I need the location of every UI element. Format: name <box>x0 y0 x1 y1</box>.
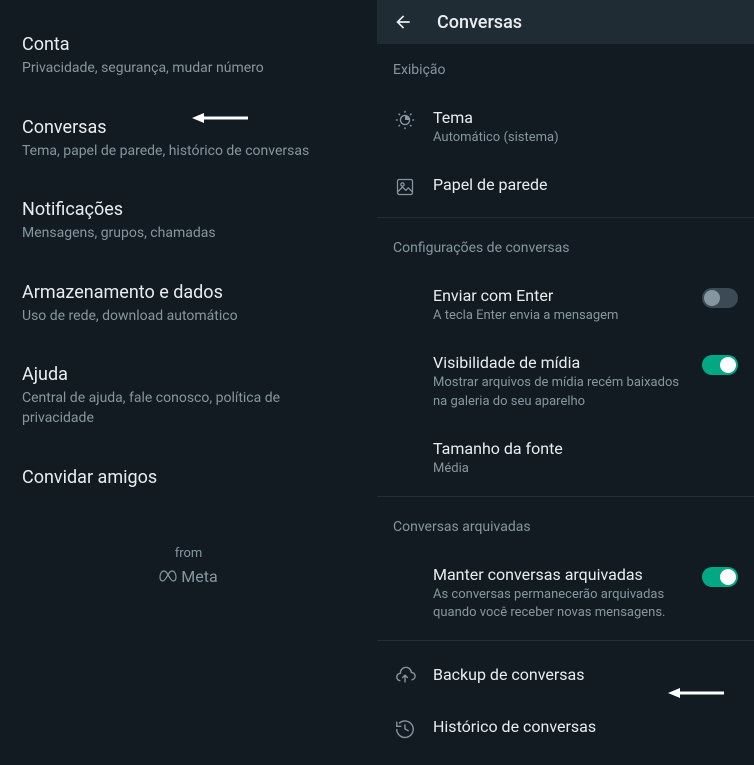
header-title: Conversas <box>437 12 522 33</box>
settings-list-panel: Conta Privacidade, segurança, mudar núme… <box>0 0 377 765</box>
settings-item-invite[interactable]: Convidar amigos <box>0 453 377 506</box>
setting-theme[interactable]: Tema Automático (sistema) <box>377 94 754 161</box>
settings-item-subtitle: Mensagens, grupos, chamadas <box>22 224 355 244</box>
setting-label: Backup de conversas <box>433 665 738 684</box>
section-chat-settings: Configurações de conversas <box>377 222 754 272</box>
setting-enter-send[interactable]: Enviar com Enter A tecla Enter envia a m… <box>377 272 754 339</box>
settings-item-help[interactable]: Ajuda Central de ajuda, fale conosco, po… <box>0 350 377 442</box>
settings-item-notifications[interactable]: Notificações Mensagens, grupos, chamadas <box>0 185 377 258</box>
theme-icon <box>393 108 417 132</box>
setting-value: Média <box>433 460 738 478</box>
setting-label: Enviar com Enter <box>433 286 690 305</box>
setting-wallpaper[interactable]: Papel de parede <box>377 161 754 213</box>
divider <box>377 640 754 641</box>
header-bar: Conversas <box>377 0 754 44</box>
settings-item-title: Armazenamento e dados <box>22 282 355 303</box>
settings-item-subtitle: Uso de rede, download automático <box>22 307 355 327</box>
setting-desc: A tecla Enter envia a mensagem <box>433 307 690 325</box>
settings-item-storage[interactable]: Armazenamento e dados Uso de rede, downl… <box>0 268 377 341</box>
section-header: Exibição <box>393 62 738 78</box>
toggle-enter-send[interactable] <box>702 288 738 308</box>
setting-value: Automático (sistema) <box>433 129 738 147</box>
settings-item-title: Convidar amigos <box>22 467 355 488</box>
divider <box>377 496 754 497</box>
back-arrow-icon <box>393 12 413 32</box>
settings-item-title: Conta <box>22 34 355 55</box>
tutorial-arrow-backup <box>668 687 724 699</box>
setting-history[interactable]: Histórico de conversas <box>377 703 754 755</box>
from-label: from <box>0 546 377 561</box>
section-display: Exibição <box>377 44 754 94</box>
setting-label: Papel de parede <box>433 175 738 194</box>
setting-keep-archived[interactable]: Manter conversas arquivadas As conversas… <box>377 551 754 636</box>
section-header: Conversas arquivadas <box>393 519 738 535</box>
chats-settings-panel: Conversas Exibição Tema Automático (sist… <box>377 0 754 765</box>
setting-label: Tema <box>433 108 738 127</box>
tutorial-arrow-chats <box>192 112 248 124</box>
divider <box>377 217 754 218</box>
section-header: Configurações de conversas <box>393 240 738 256</box>
setting-font-size[interactable]: Tamanho da fonte Média <box>377 425 754 492</box>
settings-item-subtitle: Privacidade, segurança, mudar número <box>22 59 355 79</box>
setting-desc: As conversas permanecerão arquivadas qua… <box>433 586 690 622</box>
settings-item-title: Ajuda <box>22 364 355 385</box>
setting-media-visibility[interactable]: Visibilidade de mídia Mostrar arquivos d… <box>377 339 754 424</box>
setting-desc: Mostrar arquivos de mídia recém baixados… <box>433 374 690 410</box>
toggle-keep-archived[interactable] <box>702 567 738 587</box>
settings-item-subtitle: Central de ajuda, fale conosco, política… <box>22 389 355 428</box>
wallpaper-icon <box>393 175 417 199</box>
meta-logo: Meta <box>0 567 377 586</box>
settings-item-title: Conversas <box>22 117 355 138</box>
history-icon <box>393 717 417 741</box>
setting-label: Tamanho da fonte <box>433 439 738 458</box>
setting-label: Histórico de conversas <box>433 717 738 736</box>
back-button[interactable] <box>393 12 413 32</box>
meta-icon <box>159 570 177 582</box>
section-archived: Conversas arquivadas <box>377 501 754 551</box>
settings-item-subtitle: Tema, papel de parede, histórico de conv… <box>22 142 355 162</box>
toggle-media-visibility[interactable] <box>702 355 738 375</box>
settings-item-account[interactable]: Conta Privacidade, segurança, mudar núme… <box>0 20 377 93</box>
setting-label: Manter conversas arquivadas <box>433 565 690 584</box>
settings-item-chats[interactable]: Conversas Tema, papel de parede, históri… <box>0 103 377 176</box>
from-meta-label: from Meta <box>0 546 377 586</box>
setting-label: Visibilidade de mídia <box>433 353 690 372</box>
cloud-backup-icon <box>393 665 417 689</box>
settings-item-title: Notificações <box>22 199 355 220</box>
